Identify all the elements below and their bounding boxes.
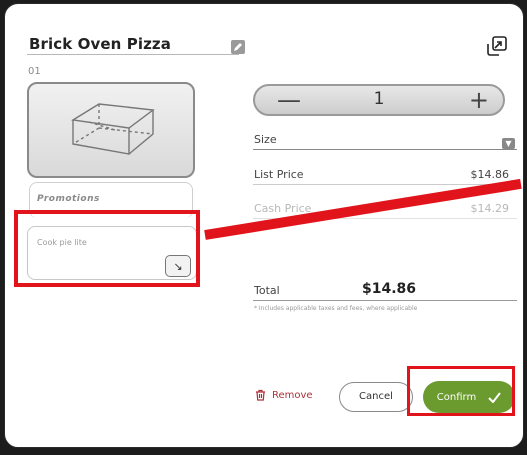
total-value: $14.86 xyxy=(362,281,417,297)
edit-icon[interactable] xyxy=(231,40,245,54)
trash-icon xyxy=(256,389,265,401)
cash-price-value: $14.29 xyxy=(470,202,510,215)
remove-button[interactable]: Remove xyxy=(255,389,313,401)
cancel-button[interactable]: Cancel xyxy=(339,382,413,412)
size-select-label[interactable]: Size xyxy=(254,133,277,146)
box-icon xyxy=(70,103,155,155)
item-number: 01 xyxy=(28,66,41,77)
size-select-underline xyxy=(253,149,517,150)
popout-icon[interactable] xyxy=(485,34,509,58)
title-underline xyxy=(27,54,239,55)
annotation-highlight-confirm xyxy=(407,366,515,416)
list-price-label: List Price xyxy=(254,168,304,181)
list-price-value: $14.86 xyxy=(470,168,510,181)
tax-note: * Includes applicable taxes and fees, wh… xyxy=(254,305,418,312)
item-title: Brick Oven Pizza xyxy=(29,35,171,53)
total-label: Total xyxy=(254,284,280,297)
remove-label: Remove xyxy=(272,389,313,401)
item-image-placeholder xyxy=(27,82,195,178)
total-divider xyxy=(253,300,517,301)
increment-button[interactable]: + xyxy=(469,87,489,113)
quantity-stepper[interactable]: — 1 + xyxy=(253,84,505,116)
quantity-value: 1 xyxy=(373,89,385,109)
annotation-highlight-note xyxy=(14,210,200,287)
chevron-down-icon[interactable]: ▼ xyxy=(502,138,515,149)
promotions-label: Promotions xyxy=(37,194,100,204)
